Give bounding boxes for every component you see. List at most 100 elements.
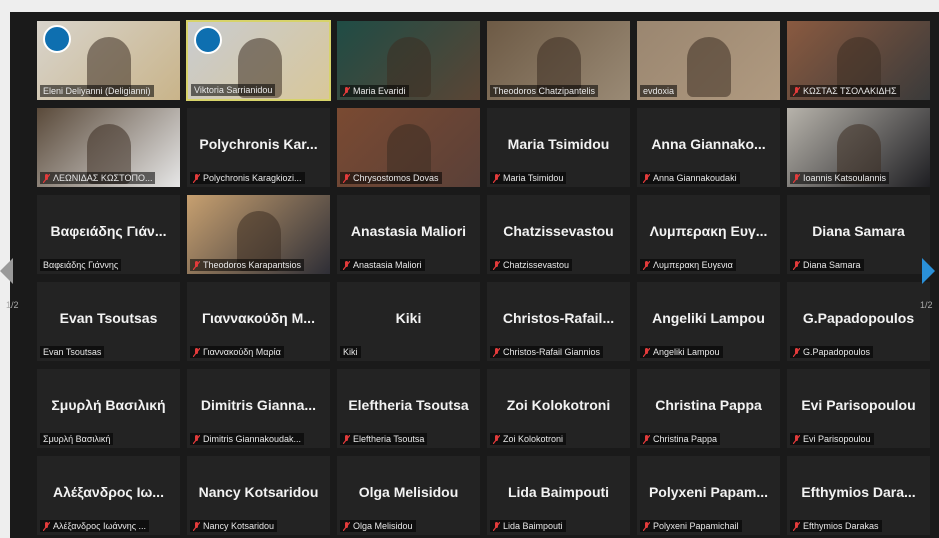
muted-microphone-icon [793, 260, 800, 270]
participant-name-label: Chrysostomos Dovas [340, 172, 442, 184]
participant-name-text: Anastasia Maliori [353, 260, 422, 270]
muted-microphone-icon [643, 347, 650, 357]
participant-tile[interactable]: Anna Giannako... Anna Giannakoudaki [636, 107, 781, 188]
participant-name-label: Λυμπερακη Ευγενια [640, 259, 736, 271]
muted-microphone-icon [793, 347, 800, 357]
muted-microphone-icon [793, 173, 800, 183]
participant-name-label: Nancy Kotsaridou [190, 520, 278, 532]
participant-tile[interactable]: Λυμπερακη Ευγ... Λυμπερακη Ευγενια [636, 194, 781, 275]
previous-page-arrow[interactable] [0, 258, 13, 284]
participant-name-label: Eleftheria Tsoutsa [340, 433, 428, 445]
participant-name-text: Christina Pappa [653, 434, 718, 444]
participant-tile[interactable]: Angeliki Lampou Angeliki Lampou [636, 281, 781, 362]
muted-microphone-icon [193, 260, 200, 270]
participant-name-text: Angeliki Lampou [653, 347, 720, 357]
participant-tile[interactable]: Evan Tsoutsas Evan Tsoutsas [36, 281, 181, 362]
muted-microphone-icon [493, 173, 500, 183]
participant-tile[interactable]: Nancy Kotsaridou Nancy Kotsaridou [186, 455, 331, 536]
participant-name-text: Polyxeni Papamichail [653, 521, 739, 531]
muted-microphone-icon [43, 521, 50, 531]
participant-name-label: Αλέξανδρος Ιωάννης ... [40, 520, 150, 532]
participant-tile[interactable]: Polychronis Kar... Polychronis Karagkiozi… [186, 107, 331, 188]
participant-name-text: Eleftheria Tsoutsa [353, 434, 425, 444]
participant-name-label: Olga Melisidou [340, 520, 416, 532]
participant-display-name: Evan Tsoutsas [59, 310, 158, 326]
muted-microphone-icon [193, 521, 200, 531]
institution-logo-icon [194, 26, 222, 54]
participant-display-name: Anna Giannako... [651, 136, 766, 152]
participant-tile[interactable]: Theodoros Chatzipantelis [486, 20, 631, 101]
participant-name-label: Christina Pappa [640, 433, 721, 445]
muted-microphone-icon [343, 173, 350, 183]
participant-tile[interactable]: evdoxia [636, 20, 781, 101]
participant-tile[interactable]: Zoi Kolokotroni Zoi Kolokotroni [486, 368, 631, 449]
participant-tile[interactable]: Efthymios Dara... Efthymios Darakas [786, 455, 931, 536]
participant-name-text: Christos-Rafail Giannios [503, 347, 601, 357]
participant-display-name: Christina Pappa [655, 397, 762, 413]
participant-display-name: Nancy Kotsaridou [198, 484, 319, 500]
muted-microphone-icon [793, 434, 800, 444]
participant-tile[interactable]: Lida Baimpouti Lida Baimpouti [486, 455, 631, 536]
participant-tile[interactable]: Christos-Rafail... Christos-Rafail Gianni… [486, 281, 631, 362]
participant-name-text: Viktoria Sarrianidou [194, 85, 273, 95]
participant-tile[interactable]: Kiki Kiki [336, 281, 481, 362]
participant-display-name: Efthymios Dara... [801, 484, 916, 500]
participant-name-label: Σμυρλή Βασιλική [40, 433, 114, 445]
participant-tile[interactable]: ΚΩΣΤΑΣ ΤΣΟΛΑΚΙΔΗΣ [786, 20, 931, 101]
participant-tile[interactable]: Polyxeni Papam... Polyxeni Papamichail [636, 455, 781, 536]
participant-display-name: Kiki [395, 310, 422, 326]
participant-tile[interactable]: Christina Pappa Christina Pappa [636, 368, 781, 449]
participant-name-label: Christos-Rafail Giannios [490, 346, 604, 358]
participant-tile[interactable]: Olga Melisidou Olga Melisidou [336, 455, 481, 536]
participant-display-name: Γιαννακούδη Μ... [202, 310, 315, 326]
participant-tile[interactable]: Maria Evaridi [336, 20, 481, 101]
participant-name-text: ΛΕΩΝΙΔΑΣ ΚΩΣΤΟΠΟ... [53, 173, 153, 183]
participant-tile[interactable]: Ioannis Katsoulannis [786, 107, 931, 188]
participant-display-name: Christos-Rafail... [502, 310, 615, 326]
muted-microphone-icon [643, 521, 650, 531]
participant-name-label: Anna Giannakoudaki [640, 172, 740, 184]
participant-tile[interactable]: Βαφειάδης Γιάν... Βαφειάδης Γιάννης [36, 194, 181, 275]
participant-name-label: Dimitris Giannakoudak... [190, 433, 305, 445]
participant-tile[interactable]: Dimitris Gianna... Dimitris Giannakoudak.… [186, 368, 331, 449]
participant-tile[interactable]: ΛΕΩΝΙΔΑΣ ΚΩΣΤΟΠΟ... [36, 107, 181, 188]
participant-tile[interactable]: Evi Parisopoulou Evi Parisopoulou [786, 368, 931, 449]
participant-display-name: Αλέξανδρος Ιω... [53, 484, 164, 500]
participant-tile[interactable]: Chrysostomos Dovas [336, 107, 481, 188]
participant-name-label: Maria Tsimidou [490, 172, 567, 184]
participant-name-text: Efthymios Darakas [803, 521, 879, 531]
participant-tile[interactable]: Γιαννακούδη Μ... Γιαννακούδη Μαρία [186, 281, 331, 362]
participant-name-label: G.Papadopoulos [790, 346, 874, 358]
muted-microphone-icon [643, 260, 650, 270]
participant-tile[interactable]: Diana Samara Diana Samara [786, 194, 931, 275]
participant-tile[interactable]: Chatzissevastou Chatzissevastou [486, 194, 631, 275]
muted-microphone-icon [793, 86, 800, 96]
participant-name-label: Chatzissevastou [490, 259, 573, 271]
participant-tile[interactable]: G.Papadopoulos G.Papadopoulos [786, 281, 931, 362]
participant-tile[interactable]: Anastasia Maliori Anastasia Maliori [336, 194, 481, 275]
participant-tile[interactable]: Theodoros Karapantsios [186, 194, 331, 275]
participant-name-label: Anastasia Maliori [340, 259, 425, 271]
participant-name-label: Kiki [340, 346, 361, 358]
participant-tile[interactable]: Viktoria Sarrianidou [186, 20, 331, 101]
participant-name-text: Evan Tsoutsas [43, 347, 102, 357]
participant-display-name: Maria Tsimidou [507, 136, 610, 152]
participant-tile[interactable]: Σμυρλή Βασιλική Σμυρλή Βασιλική [36, 368, 181, 449]
participant-name-label: Eleni Deliyanni (Deligianni) [40, 85, 154, 97]
participant-name-label: ΚΩΣΤΑΣ ΤΣΟΛΑΚΙΔΗΣ [790, 85, 900, 97]
participant-tile[interactable]: Eleftheria Tsoutsa Eleftheria Tsoutsa [336, 368, 481, 449]
next-page-arrow[interactable] [922, 258, 935, 284]
participant-tile[interactable]: Eleni Deliyanni (Deligianni) [36, 20, 181, 101]
muted-microphone-icon [643, 173, 650, 183]
participant-tile[interactable]: Αλέξανδρος Ιω... Αλέξανδρος Ιωάννης ... [36, 455, 181, 536]
participant-display-name: Evi Parisopoulou [801, 397, 916, 413]
participant-name-text: Theodoros Karapantsios [203, 260, 302, 270]
muted-microphone-icon [193, 434, 200, 444]
right-page-indicator: 1/2 [920, 300, 933, 310]
participant-name-text: Lida Baimpouti [503, 521, 563, 531]
participant-name-label: evdoxia [640, 85, 678, 97]
participant-name-label: Evi Parisopoulou [790, 433, 874, 445]
participant-tile[interactable]: Maria Tsimidou Maria Tsimidou [486, 107, 631, 188]
muted-microphone-icon [343, 434, 350, 444]
muted-microphone-icon [493, 260, 500, 270]
